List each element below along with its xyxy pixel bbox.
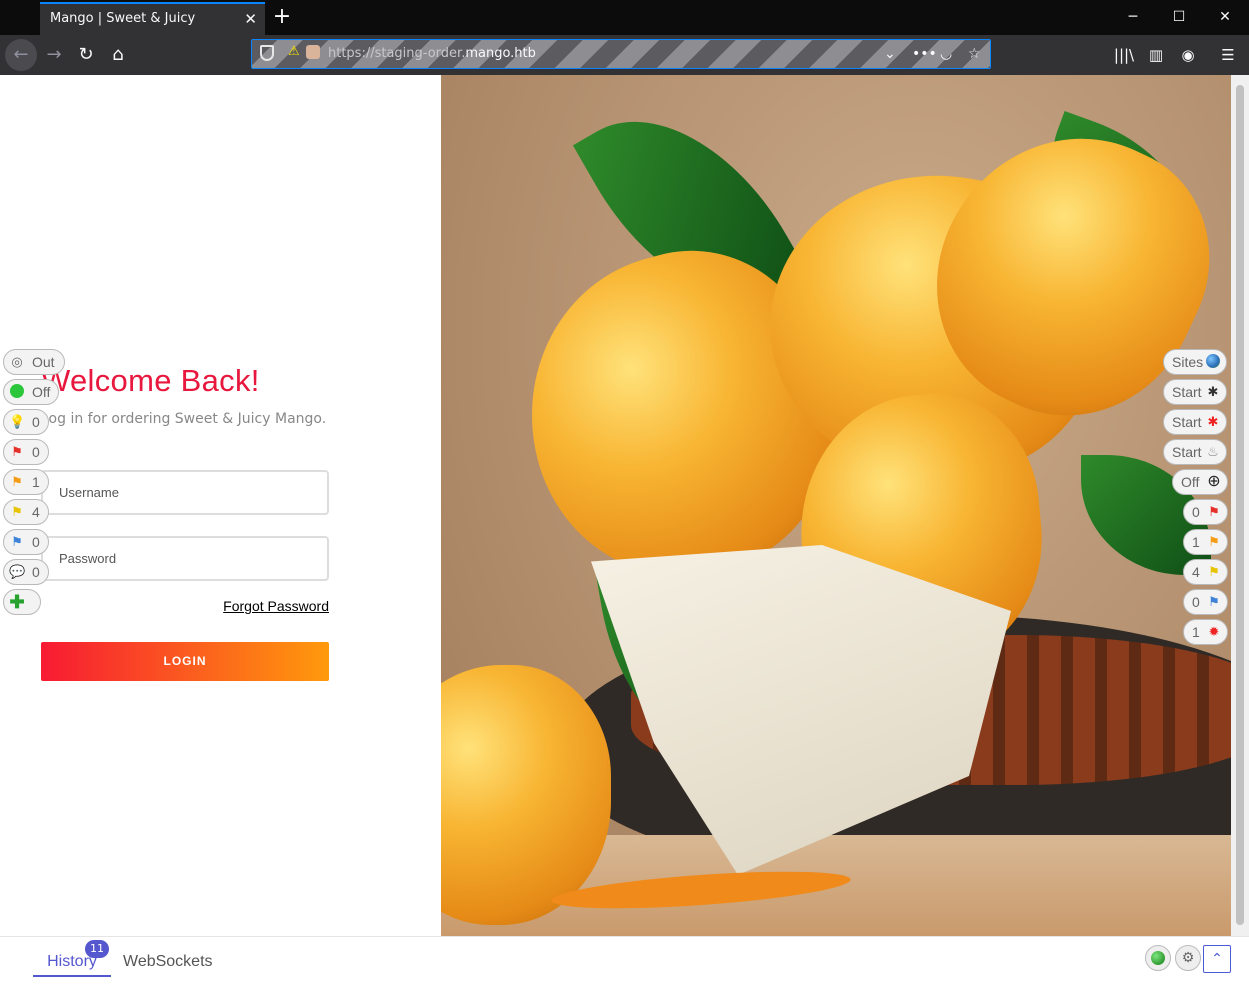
page-title: Welcome Back!: [41, 363, 260, 398]
hud-ajax-spider-button[interactable]: Start ✱: [1163, 409, 1227, 435]
web-page: Welcome Back! Log in for ordering Sweet …: [0, 75, 1249, 987]
menu-icon[interactable]: ☰: [1213, 39, 1243, 71]
status-indicator-icon[interactable]: [1145, 945, 1171, 971]
address-bar[interactable]: ⚠ https://staging-order.mango.htb ⌄ ••• …: [251, 39, 991, 69]
flame-icon: ♨: [1207, 444, 1219, 459]
settings-gear-icon[interactable]: ⚙: [1175, 945, 1201, 971]
hud-intercept-button[interactable]: Off: [3, 379, 59, 405]
spider-icon: ✱: [1207, 384, 1219, 399]
browser-tab[interactable]: Mango | Sweet & Juicy ✕: [40, 2, 265, 35]
pocket-icon[interactable]: ◡: [940, 40, 952, 68]
red-spider-icon: ✱: [1207, 414, 1219, 429]
navigation-toolbar: ← → ↻ ⌂ ⚠ https://staging-order.mango.ht…: [0, 35, 1249, 75]
forward-arrow-icon[interactable]: →: [38, 39, 70, 71]
hud-low-alerts[interactable]: ⚑ 4: [3, 499, 49, 525]
lightbulb-icon: 💡: [9, 414, 26, 429]
minimize-icon[interactable]: ─: [1110, 0, 1156, 35]
hud-info-alerts[interactable]: 💡 0: [3, 409, 49, 435]
hud-add-tool-button[interactable]: ✚: [3, 589, 41, 615]
globe-icon: [1205, 354, 1221, 370]
hud-attack-mode-button[interactable]: Off ⊕: [1172, 469, 1228, 495]
plus-icon: ✚: [9, 592, 25, 612]
maximize-icon[interactable]: ☐: [1156, 0, 1202, 35]
hud-page-high-alerts[interactable]: 0 ⚑: [1183, 499, 1228, 525]
login-panel: Welcome Back! Log in for ordering Sweet …: [0, 75, 441, 935]
robot-icon: [306, 45, 320, 59]
hud-drawer: History 11 WebSockets ⚙ ⌃: [0, 936, 1249, 987]
bug-icon: ✹: [1208, 624, 1220, 639]
hud-informational-alerts[interactable]: ⚑ 0: [3, 529, 49, 555]
history-count-badge: 11: [85, 940, 109, 958]
login-button[interactable]: LOGIN: [41, 642, 329, 681]
login-subtitle: Log in for ordering Sweet & Juicy Mango.: [41, 411, 327, 427]
title-bar: Mango | Sweet & Juicy ✕ + ─ ☐ ✕: [0, 0, 1249, 35]
window-close-icon[interactable]: ✕: [1202, 0, 1248, 35]
yellow-flag-icon: ⚑: [1208, 564, 1220, 579]
account-icon[interactable]: ◉: [1173, 39, 1203, 71]
blue-flag-icon: ⚑: [1208, 594, 1220, 609]
password-placeholder: Password: [59, 551, 117, 566]
lock-warning-icon[interactable]: ⚠: [288, 44, 300, 59]
chevron-down-icon[interactable]: ⌄: [884, 40, 896, 68]
scrollbar-thumb[interactable]: [1236, 85, 1244, 925]
more-actions-icon[interactable]: •••: [912, 40, 937, 68]
password-input[interactable]: Password: [41, 536, 329, 581]
hud-page-low-alerts[interactable]: 4 ⚑: [1183, 559, 1228, 585]
crosshair-icon: ⊕: [1207, 473, 1221, 490]
hud-break-button[interactable]: ◎ Out: [3, 349, 65, 375]
red-flag-icon: ⚑: [1208, 504, 1220, 519]
close-tab-icon[interactable]: ✕: [244, 4, 257, 34]
username-input[interactable]: Username: [41, 470, 329, 515]
hud-comments[interactable]: 💬 0: [3, 559, 49, 585]
tab-title: Mango | Sweet & Juicy: [50, 11, 196, 26]
red-flag-icon: ⚑: [11, 444, 23, 459]
library-icon[interactable]: |||\: [1109, 39, 1139, 71]
hud-high-alerts[interactable]: ⚑ 0: [3, 439, 49, 465]
hud-sites-button[interactable]: Sites: [1163, 349, 1227, 375]
tracking-shield-icon[interactable]: [260, 45, 274, 61]
reload-icon[interactable]: ↻: [70, 39, 102, 71]
vertical-scrollbar[interactable]: [1231, 75, 1249, 936]
hud-active-scan-button[interactable]: Start ♨: [1163, 439, 1227, 465]
new-tab-icon[interactable]: +: [272, 2, 292, 32]
orange-flag-icon: ⚑: [1208, 534, 1220, 549]
hud-page-info-alerts[interactable]: 0 ⚑: [1183, 589, 1228, 615]
url-text[interactable]: https://staging-order.mango.htb: [328, 40, 536, 68]
hud-spider-button[interactable]: Start ✱: [1163, 379, 1227, 405]
back-arrow-icon[interactable]: ←: [5, 39, 37, 71]
forgot-password-link[interactable]: Forgot Password: [223, 598, 329, 614]
home-icon[interactable]: ⌂: [102, 39, 134, 71]
bookmark-star-icon[interactable]: ☆: [968, 40, 981, 68]
yellow-flag-icon: ⚑: [11, 504, 23, 519]
username-placeholder: Username: [59, 485, 119, 500]
hud-medium-alerts[interactable]: ⚑ 1: [3, 469, 49, 495]
tab-websockets[interactable]: WebSockets: [123, 947, 213, 977]
mango-photo: [441, 75, 1231, 936]
hud-page-medium-alerts[interactable]: 1 ⚑: [1183, 529, 1228, 555]
expand-drawer-icon[interactable]: ⌃: [1203, 945, 1231, 973]
green-dot-icon: [9, 384, 25, 400]
target-icon: ◎: [11, 354, 23, 369]
orange-flag-icon: ⚑: [11, 474, 23, 489]
blue-flag-icon: ⚑: [11, 534, 23, 549]
sidebar-icon[interactable]: ▥: [1141, 39, 1171, 71]
hud-break-button[interactable]: 1 ✹: [1183, 619, 1228, 645]
comment-icon: 💬: [9, 564, 26, 579]
